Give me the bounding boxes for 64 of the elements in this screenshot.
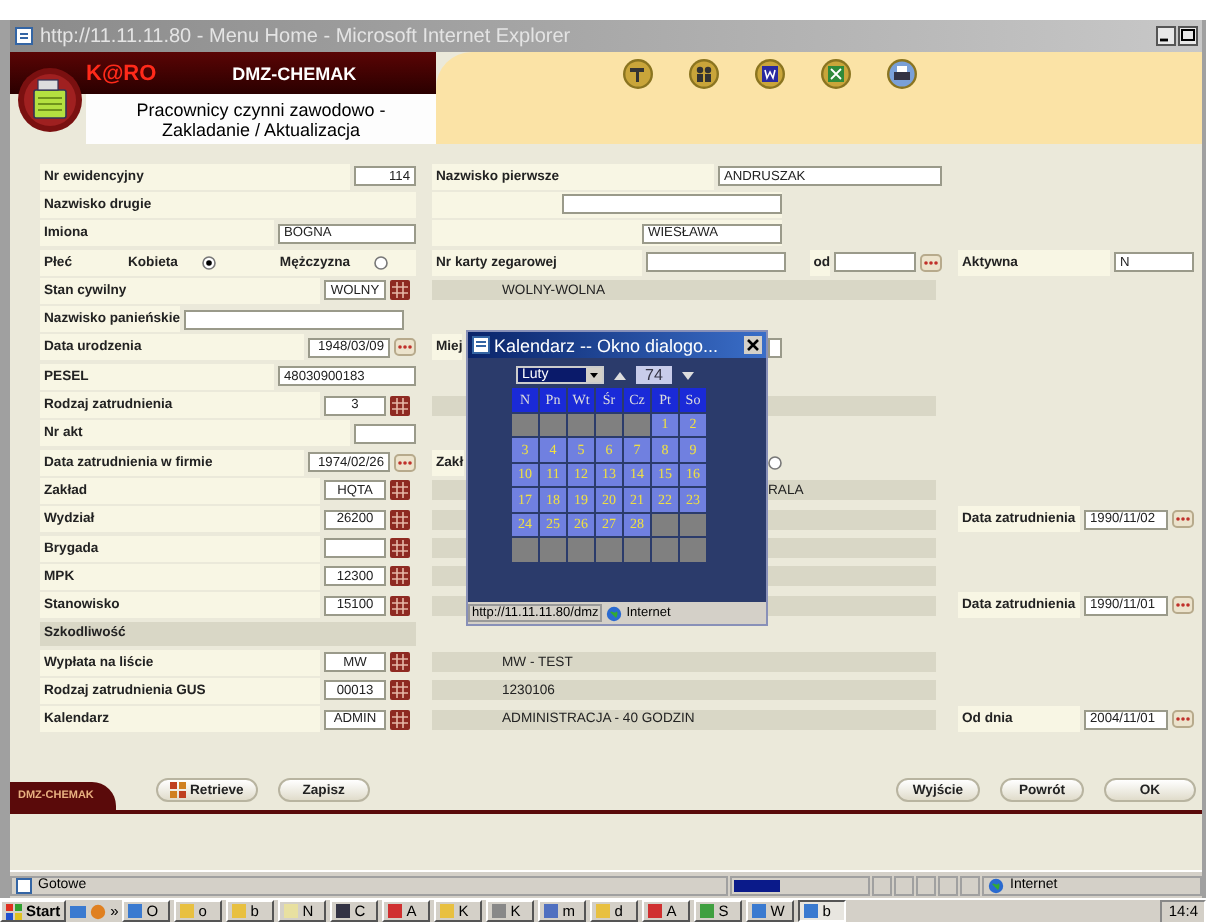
cash-register-icon xyxy=(16,66,84,134)
grid-icon[interactable] xyxy=(390,566,410,587)
window-icon xyxy=(180,904,195,918)
window-icon xyxy=(544,904,559,918)
dots-icon[interactable] xyxy=(1172,710,1194,729)
window-icon xyxy=(336,904,351,918)
grid-icon[interactable] xyxy=(390,280,410,301)
window-icon xyxy=(128,904,143,918)
text-field[interactable] xyxy=(354,423,416,444)
dots-icon[interactable] xyxy=(394,338,416,357)
dots-icon[interactable] xyxy=(1172,510,1194,529)
spreadsheet-icon[interactable] xyxy=(820,57,852,89)
grid-icon[interactable] xyxy=(390,595,410,616)
printer-icon[interactable] xyxy=(886,57,918,89)
text-field[interactable] xyxy=(768,337,782,358)
dots-icon[interactable] xyxy=(920,253,942,272)
grid-icon[interactable] xyxy=(390,480,410,501)
page-icon xyxy=(14,26,34,46)
year-field[interactable]: 74 xyxy=(636,366,672,384)
radio-button[interactable] xyxy=(768,455,782,470)
window-icon xyxy=(700,904,715,918)
grid-icon[interactable] xyxy=(390,680,410,701)
dots-icon[interactable] xyxy=(394,453,416,472)
close-icon[interactable] xyxy=(744,336,762,354)
window-icon xyxy=(284,904,299,918)
text-field[interactable] xyxy=(184,309,404,330)
down-arrow-icon[interactable] xyxy=(682,371,694,379)
window-icon xyxy=(804,904,819,918)
grid-icon[interactable] xyxy=(390,538,410,558)
brand-logo: K@RO xyxy=(86,61,157,85)
dropdown-arrow-icon xyxy=(586,368,602,382)
window-icon xyxy=(440,904,455,918)
squares-icon xyxy=(170,782,186,798)
globe-icon xyxy=(988,877,1004,893)
dots-icon[interactable] xyxy=(1172,596,1194,615)
minimize-icon[interactable] xyxy=(1156,26,1176,46)
flag-icon xyxy=(6,903,22,919)
maximize-icon[interactable] xyxy=(1178,26,1198,46)
up-arrow-icon[interactable] xyxy=(614,371,626,379)
page-icon xyxy=(16,877,32,893)
text-field[interactable] xyxy=(834,252,916,273)
grid-icon[interactable] xyxy=(390,652,410,673)
app-name: DMZ-CHEMAK xyxy=(232,63,357,83)
page-icon xyxy=(472,336,490,354)
radio-button[interactable] xyxy=(201,255,216,270)
globe-icon xyxy=(606,605,623,621)
dialog-title: Kalendarz -- Okno dialogo... xyxy=(494,335,721,355)
window-icon xyxy=(648,904,663,918)
document-icon[interactable] xyxy=(754,57,786,89)
text-field[interactable] xyxy=(324,538,386,558)
window-title: http://11.11.11.80 - Menu Home - Microsoft Internet Explorer xyxy=(40,25,573,47)
text-field[interactable] xyxy=(562,194,782,215)
grid-icon[interactable] xyxy=(390,709,410,730)
radio-button[interactable] xyxy=(374,255,389,270)
text-field[interactable] xyxy=(645,252,786,273)
window-icon xyxy=(232,904,247,918)
window-icon xyxy=(492,904,507,918)
window-icon xyxy=(388,904,403,918)
people-icon[interactable] xyxy=(688,57,720,89)
window-icon xyxy=(752,904,767,918)
window-icon xyxy=(596,904,611,918)
page-title: Pracownicy czynni zawodowo - Zakladanie / Aktualizacja xyxy=(134,99,388,139)
grid-icon[interactable] xyxy=(390,509,410,530)
grid-icon[interactable] xyxy=(390,395,410,416)
